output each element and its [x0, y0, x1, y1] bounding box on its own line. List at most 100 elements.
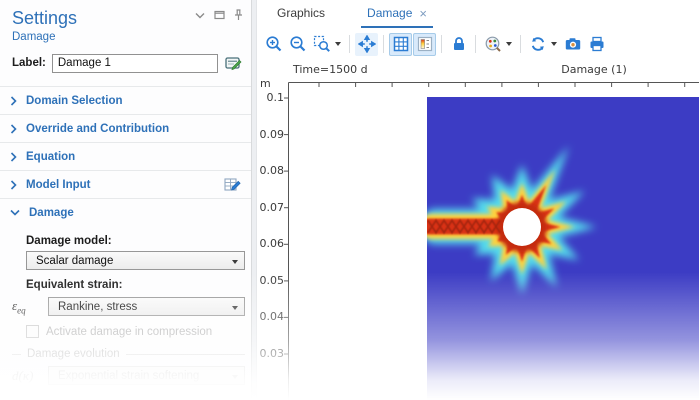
compression-checkbox-row: Activate damage in compression: [26, 325, 245, 338]
y-tick-label: 0.09: [259, 127, 285, 141]
refresh-dropdown-caret[interactable]: [551, 42, 557, 46]
section-label: Model Input: [26, 178, 91, 191]
zoom-extents-button[interactable]: [355, 32, 378, 56]
toolbar-separator: [349, 35, 350, 53]
snapshot-button[interactable]: [561, 33, 584, 56]
dropdown-arrow-icon: [232, 375, 238, 379]
rename-label-button[interactable]: [224, 53, 243, 73]
y-axis-unit-label: m: [260, 77, 271, 90]
group-divider: [12, 353, 21, 355]
tab-graphics[interactable]: Graphics: [271, 0, 331, 28]
settings-panel: Settings Damage Label: Damage 1 Domain S…: [0, 0, 252, 400]
label-field-caption: Label:: [12, 57, 46, 69]
section-label: Equation: [26, 150, 76, 163]
grid-toggle-button[interactable]: [389, 32, 412, 56]
section-label: Override and Contribution: [26, 122, 170, 135]
dropdown-arrow-icon: [232, 306, 238, 310]
graphics-tabbar: Graphics Damage ×: [257, 0, 700, 28]
section-equation[interactable]: Equation: [0, 142, 251, 170]
circular-hole: [503, 208, 541, 246]
equivalent-strain-symbol: εeq: [12, 298, 26, 316]
chevron-down-icon: [10, 209, 20, 216]
color-legend-icon: [417, 36, 432, 52]
zoom-out-button[interactable]: [286, 33, 309, 56]
equivalent-strain-row: εeq Rankine, stress: [12, 297, 245, 316]
damage-evolution-group-label: Damage evolution: [27, 348, 120, 360]
damage-field: [427, 97, 699, 400]
print-icon: [590, 36, 603, 52]
toolbar-separator: [520, 35, 521, 53]
graphics-panel: Graphics Damage × Time=1500 d Damage (1)…: [257, 0, 700, 400]
refresh-icon: [531, 37, 544, 51]
chevron-right-icon: [10, 179, 17, 190]
section-override-contribution[interactable]: Override and Contribution: [0, 114, 251, 142]
group-divider: [125, 353, 245, 355]
grid-icon: [393, 36, 408, 52]
edit-model-input-icon[interactable]: [224, 176, 241, 196]
label-input[interactable]: [51, 53, 218, 73]
damage-plot-canvas: [284, 82, 699, 400]
damage-model-label: Damage model:: [26, 235, 112, 247]
dropdown-arrow-icon: [232, 260, 238, 264]
y-tick-label: 0.1: [266, 91, 285, 104]
y-axis-ticks: [284, 97, 289, 355]
lock-axes-button[interactable]: [447, 33, 470, 56]
tab-label: Graphics: [277, 6, 326, 20]
float-window-icon[interactable]: [214, 10, 225, 20]
section-label: Domain Selection: [26, 94, 123, 107]
rename-icon: [225, 57, 242, 71]
damage-evolution-dropdown: Exponential strain softening: [48, 366, 245, 385]
pin-icon[interactable]: [234, 9, 243, 21]
close-tab-icon[interactable]: ×: [419, 7, 427, 20]
section-damage[interactable]: Damage: [0, 198, 251, 226]
color-legend-toggle-button[interactable]: [413, 32, 436, 56]
toolbar-separator: [383, 35, 384, 53]
zoom-box-button[interactable]: [310, 33, 333, 56]
y-tick-label: 0.05: [259, 273, 285, 287]
y-tick-label: 0.06: [259, 237, 285, 251]
equivalent-strain-value: Rankine, stress: [58, 300, 138, 313]
y-tick-label: 0.03: [259, 347, 285, 360]
graphics-toolbar: [257, 28, 700, 60]
y-tick-label: 0.08: [259, 164, 285, 178]
plot-area[interactable]: Time=1500 d Damage (1) m 0.1 0.09 0.08 0…: [257, 60, 700, 400]
comsol-window: Settings Damage Label: Damage 1 Domain S…: [0, 0, 700, 400]
damage-section-content: Damage model: Scalar damage Equivalent s…: [0, 226, 251, 385]
color-palette-icon: [485, 36, 501, 52]
tab-damage[interactable]: Damage ×: [361, 0, 433, 28]
chevron-down-icon[interactable]: [195, 12, 205, 19]
settings-subtitle: Damage: [12, 31, 56, 43]
x-axis-ticks: [318, 82, 686, 87]
y-tick-label: 0.07: [259, 200, 285, 214]
chevron-right-icon: [10, 95, 17, 106]
palette-dropdown-caret[interactable]: [506, 42, 512, 46]
damage-evolution-value: Exponential strain softening: [58, 369, 200, 382]
refresh-plot-button[interactable]: [526, 33, 549, 56]
color-palette-button[interactable]: [481, 33, 504, 56]
toolbar-separator: [475, 35, 476, 53]
chevron-right-icon: [10, 151, 17, 162]
plot-title: Damage (1): [561, 63, 627, 76]
equivalent-strain-dropdown[interactable]: Rankine, stress: [48, 297, 245, 316]
damage-model-dropdown[interactable]: Scalar damage: [26, 251, 245, 270]
settings-sections: Domain Selection Override and Contributi…: [0, 86, 251, 226]
zoom-extents-icon: [357, 35, 376, 53]
zoom-out-icon: [289, 36, 305, 52]
compression-checkbox-label: Activate damage in compression: [46, 325, 213, 338]
chevron-right-icon: [10, 123, 17, 134]
plot-time-label: Time=1500 d: [293, 63, 368, 76]
zoom-dropdown-caret[interactable]: [335, 42, 341, 46]
compression-checkbox[interactable]: [26, 325, 39, 338]
print-button[interactable]: [585, 33, 608, 56]
section-domain-selection[interactable]: Domain Selection: [0, 86, 251, 114]
damage-evolution-symbol: d(κ): [12, 367, 34, 383]
lock-icon: [453, 37, 464, 50]
section-model-input[interactable]: Model Input: [0, 170, 251, 198]
y-tick-label: 0.04: [259, 310, 285, 324]
section-label: Damage: [29, 206, 74, 219]
zoom-in-icon: [265, 36, 281, 52]
damage-evolution-group: Damage evolution: [12, 348, 245, 360]
toolbar-separator: [441, 35, 442, 53]
panel-window-controls: [195, 9, 243, 21]
zoom-in-button[interactable]: [262, 33, 285, 56]
